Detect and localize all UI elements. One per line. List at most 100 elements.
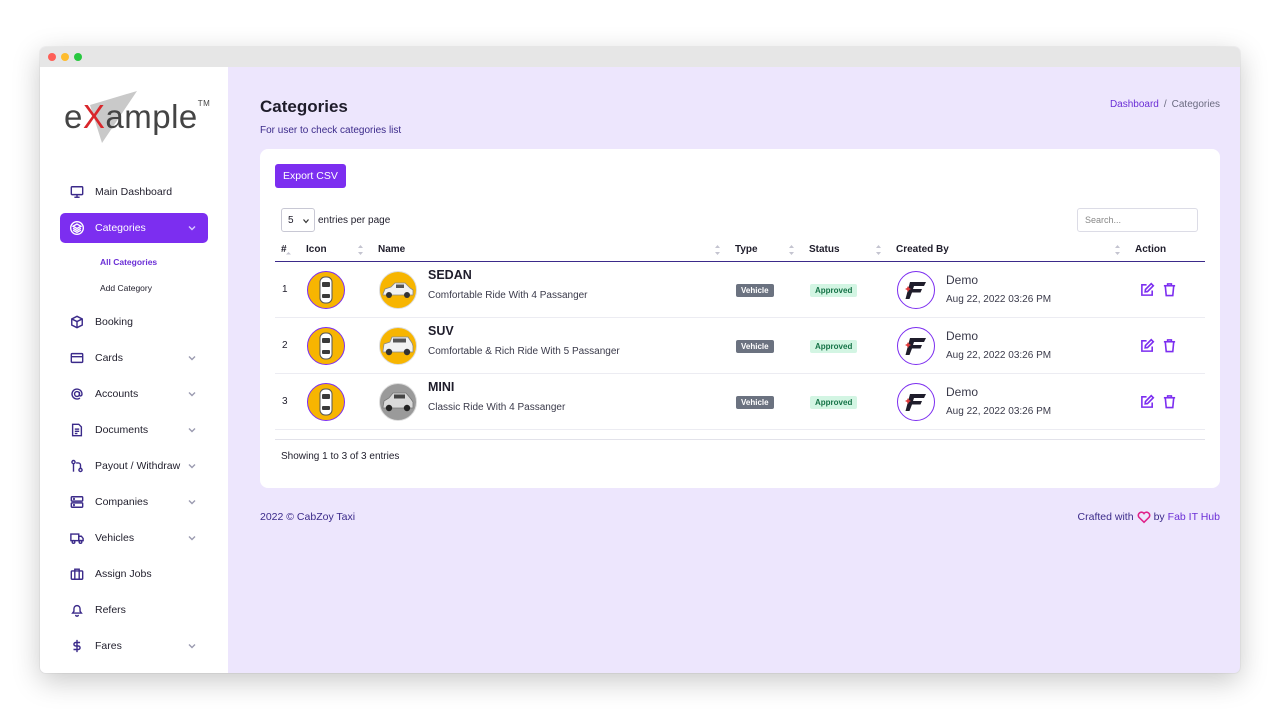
box-icon (70, 315, 84, 329)
entries-per-page-value: 5 (288, 214, 294, 226)
sort-icon[interactable] (715, 244, 720, 256)
breadcrumb-separator: / (1163, 99, 1167, 110)
close-window-dot[interactable] (48, 53, 56, 61)
footer-by-text: by (1153, 511, 1165, 523)
sidebar-item-label: Accounts (95, 388, 139, 400)
sidebar-item-refers[interactable]: Refers (60, 595, 208, 625)
sidebar-item-fares[interactable]: Fares (60, 631, 208, 661)
entries-per-page-select[interactable]: 5 (281, 208, 315, 232)
column-header-status[interactable]: Status (809, 244, 840, 255)
category-name: MINI (428, 380, 455, 394)
briefcase-icon (70, 567, 84, 581)
created-timestamp: Aug 22, 2022 03:26 PM (946, 350, 1052, 361)
table-footer-divider (275, 439, 1205, 440)
monitor-icon (70, 185, 84, 199)
sidebar: eXampleTM Main Dashboard Categories All … (40, 67, 228, 673)
sidebar-item-documents[interactable]: Documents (60, 415, 208, 445)
edit-icon[interactable] (1140, 282, 1155, 297)
type-badge: Vehicle (736, 396, 774, 409)
sidebar-item-label: Payout / Withdraw (95, 460, 181, 472)
sidebar-item-companies[interactable]: Companies (60, 487, 208, 517)
created-timestamp: Aug 22, 2022 03:26 PM (946, 294, 1052, 305)
breadcrumb: Dashboard / Categories (1110, 99, 1220, 110)
search-input[interactable]: Search... (1077, 208, 1198, 232)
title-bar (40, 47, 1240, 67)
chevron-down-icon (188, 497, 196, 505)
sidebar-item-label: Assign Jobs (95, 568, 152, 580)
chevron-down-icon (188, 533, 196, 541)
entries-per-page-label: entries per page (318, 214, 391, 226)
status-badge: Approved (810, 284, 858, 297)
sidebar-item-payout-withdraw[interactable]: Payout / Withdraw (60, 451, 208, 481)
sidebar-item-main-dashboard[interactable]: Main Dashboard (60, 177, 208, 207)
page-subtitle: For user to check categories list (260, 125, 402, 136)
maximize-window-dot[interactable] (74, 53, 82, 61)
document-icon (70, 423, 84, 437)
submenu-all-categories[interactable]: All Categories (40, 249, 228, 275)
table-row: 3 MINI Classic Ride With 4 Passanger Veh… (275, 374, 1205, 430)
sidebar-item-accounts[interactable]: Accounts (60, 379, 208, 409)
sidebar-item-label: Vehicles (95, 532, 135, 544)
footer-credit: Crafted with by Fab IT Hub (1078, 510, 1220, 524)
category-name: SEDAN (428, 268, 472, 282)
sidebar-item-vehicles[interactable]: Vehicles (60, 523, 208, 553)
chevron-down-icon (188, 425, 196, 433)
export-csv-button[interactable]: Export CSV (275, 164, 346, 188)
creator-name: Demo (946, 385, 979, 399)
trash-icon[interactable] (1162, 394, 1177, 409)
bell-icon (70, 603, 84, 617)
sidebar-item-label: Fares (95, 640, 122, 652)
chevron-down-icon (188, 641, 196, 649)
table-row: 1 SEDAN Comfortable Ride With 4 Passange… (275, 262, 1205, 318)
column-header-created-by[interactable]: Created By (896, 244, 949, 255)
sidebar-item-label: Cards (95, 352, 124, 364)
trash-icon[interactable] (1162, 282, 1177, 297)
sort-icon[interactable] (876, 244, 881, 256)
edit-icon[interactable] (1140, 394, 1155, 409)
car-top-view-icon (307, 383, 345, 421)
creator-name: Demo (946, 273, 979, 287)
sort-icon[interactable] (286, 244, 291, 256)
sort-icon[interactable] (1115, 244, 1120, 256)
column-header-type[interactable]: Type (735, 244, 758, 255)
layers-icon (70, 221, 84, 235)
sidebar-item-assign-jobs[interactable]: Assign Jobs (60, 559, 208, 589)
breadcrumb-dashboard-link[interactable]: Dashboard (1110, 99, 1159, 110)
sidebar-item-label: Companies (95, 496, 149, 508)
credit-card-icon (70, 351, 84, 365)
creator-name: Demo (946, 329, 979, 343)
creator-avatar (897, 383, 935, 421)
table-header: # Icon Name Type Status Created By Actio… (275, 241, 1205, 262)
chevron-down-icon (188, 389, 196, 397)
status-badge: Approved (810, 396, 858, 409)
sidebar-item-label: Main Dashboard (95, 186, 173, 198)
sort-icon[interactable] (789, 244, 794, 256)
row-number: 3 (282, 396, 288, 407)
logo-wordmark: eXampleTM (64, 98, 211, 135)
at-sign-icon (70, 387, 84, 401)
category-description: Classic Ride With 4 Passanger (428, 402, 566, 413)
submenu-add-category[interactable]: Add Category (40, 275, 228, 301)
browser-window: eXampleTM Main Dashboard Categories All … (40, 47, 1240, 673)
sidebar-item-booking[interactable]: Booking (60, 307, 208, 337)
creator-avatar (897, 271, 935, 309)
sort-icon[interactable] (358, 244, 363, 256)
column-header-name[interactable]: Name (378, 244, 405, 255)
brand-logo[interactable]: eXampleTM (62, 85, 212, 147)
server-icon (70, 495, 84, 509)
trash-icon[interactable] (1162, 338, 1177, 353)
chevron-down-icon (303, 219, 309, 224)
breadcrumb-current: Categories (1171, 99, 1220, 110)
status-badge: Approved (810, 340, 858, 353)
chevron-down-icon (188, 223, 196, 231)
car-top-view-icon (307, 327, 345, 365)
footer-company-link[interactable]: Fab IT Hub (1168, 511, 1220, 523)
car-top-view-icon (307, 271, 345, 309)
chevron-down-icon (188, 461, 196, 469)
minimize-window-dot[interactable] (61, 53, 69, 61)
sidebar-item-cards[interactable]: Cards (60, 343, 208, 373)
type-badge: Vehicle (736, 340, 774, 353)
column-header-icon[interactable]: Icon (306, 244, 327, 255)
edit-icon[interactable] (1140, 338, 1155, 353)
sidebar-item-categories[interactable]: Categories (60, 213, 208, 243)
